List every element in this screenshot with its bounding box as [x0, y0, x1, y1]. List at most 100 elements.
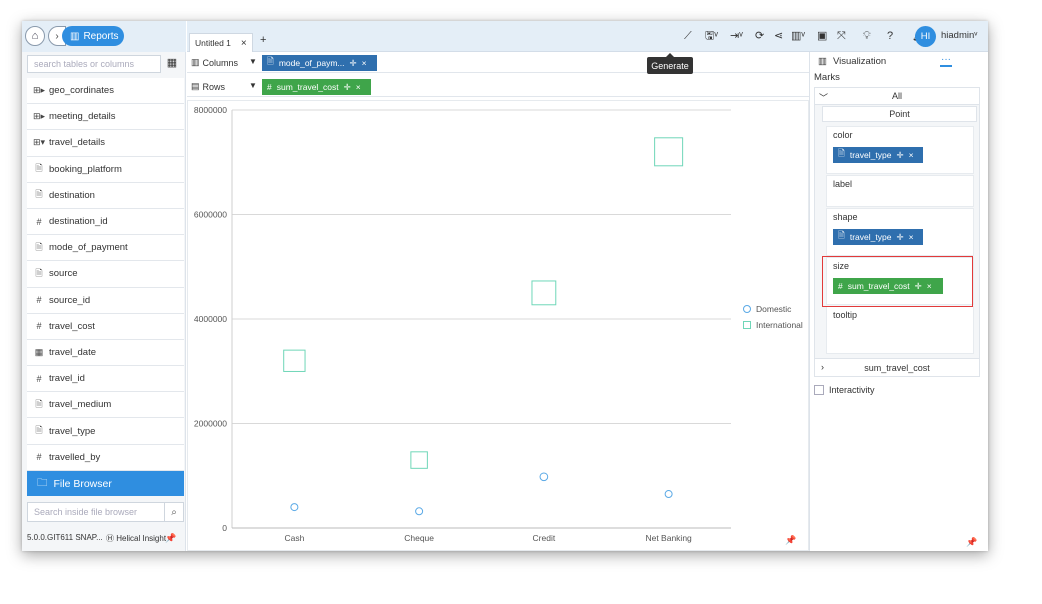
move-icon: ✛: [343, 81, 351, 92]
field-item[interactable]: # destination_id: [27, 208, 184, 236]
field-item[interactable]: 🗎 travel_type: [27, 418, 184, 445]
color-card: color 🗎 travel_type ✛ ×: [826, 126, 974, 174]
x-tick-label: Cash: [284, 533, 304, 543]
columns-shelf: ▥ Columns ▼ 🗎 mode_of_paym... ✛ ×: [187, 53, 809, 73]
grid-view-icon[interactable]: ▦: [164, 56, 180, 72]
username-dropdown[interactable]: hiadminᵛ: [941, 30, 977, 41]
data-point-international: [410, 451, 428, 469]
columns-dropdown-icon[interactable]: ▼: [249, 57, 257, 66]
save-icon[interactable]: 🖫ᵛ: [705, 28, 718, 44]
tab-more[interactable]: ···: [940, 54, 952, 67]
field-item[interactable]: ⊞▸ geo_cordinates: [27, 78, 184, 105]
field-label: meeting_details: [49, 111, 116, 123]
fullscreen-icon[interactable]: ⤧: [837, 28, 846, 44]
y-tick-label: 2000000: [194, 419, 227, 429]
shape-card: shape 🗎 travel_type ✛ ×: [826, 208, 974, 256]
table-icon: ⊞▸: [33, 111, 46, 122]
number-field-icon: #: [36, 373, 42, 384]
marks-all-row[interactable]: ﹀ All: [815, 88, 979, 105]
field-item[interactable]: 🗎 travel_medium: [27, 392, 184, 419]
field-item[interactable]: 🗎 source: [27, 261, 184, 288]
field-label: travel_date: [49, 346, 97, 358]
field-item[interactable]: ⊞▾ travel_details: [27, 130, 184, 157]
scatter-chart: 0 2000000 4000000 6000000 8000000 Cash Cheque C…: [194, 105, 803, 543]
remove-icon: ×: [355, 82, 361, 92]
app-window: ⌂ › ▥ Reports search tables or columns ▦…: [22, 21, 988, 551]
search-icon[interactable]: ⌕: [164, 502, 184, 522]
sum-travel-cost-row[interactable]: › sum_travel_cost: [815, 358, 979, 376]
help-icon[interactable]: ?: [887, 28, 893, 44]
chevron-down-icon: ﹀: [819, 93, 829, 103]
date-field-icon: ▦: [34, 346, 44, 357]
field-item[interactable]: # source_id: [27, 287, 184, 314]
y-tick-label: 8000000: [194, 105, 227, 115]
reports-button[interactable]: ▥ Reports: [62, 26, 124, 46]
lightbulb-icon[interactable]: 💡︎: [863, 28, 871, 44]
search-tables-input[interactable]: search tables or columns: [27, 55, 161, 73]
field-item[interactable]: 🗎 mode_of_payment: [27, 235, 184, 262]
field-label: geo_cordinates: [49, 85, 114, 97]
rows-label: ▤ Rows: [191, 81, 226, 92]
pin-icon[interactable]: 📌: [785, 535, 796, 546]
number-field-icon: #: [36, 216, 42, 227]
interactivity-checkbox[interactable]: [814, 385, 824, 395]
x-tick-label: Credit: [533, 533, 556, 543]
field-item[interactable]: # travelled_by: [27, 444, 184, 471]
rows-dropdown-icon[interactable]: ▼: [249, 81, 257, 90]
home-icon[interactable]: ⌂: [25, 26, 45, 46]
close-icon[interactable]: ×: [241, 38, 247, 49]
rows-icon: ▤: [191, 81, 200, 91]
field-label: travel_details: [49, 137, 105, 149]
pin-icon[interactable]: 📌: [966, 537, 977, 548]
file-browser-button[interactable]: 🗀 File Browser: [27, 471, 184, 496]
field-label: source_id: [49, 294, 91, 306]
shape-pill[interactable]: 🗎 travel_type ✛ ×: [833, 229, 923, 245]
columns-pill[interactable]: 🗎 mode_of_paym... ✛ ×: [262, 55, 377, 71]
text-field-icon: 🗎: [267, 56, 274, 66]
tab-visualization[interactable]: ▥ Visualization: [818, 56, 886, 67]
field-item[interactable]: 🗎 destination: [27, 182, 184, 209]
share-icon[interactable]: ⋖: [774, 28, 783, 44]
size-highlight-box: [822, 256, 973, 307]
right-panel: ▥ Visualization ··· Marks ﹀ All Point co…: [809, 52, 988, 551]
field-list: ⊞▸ geo_cordinates ⊞▸ meeting_details ⊞▾ trave…: [27, 78, 184, 471]
field-item[interactable]: # travel_id: [27, 366, 184, 393]
label-card[interactable]: label: [826, 175, 974, 207]
field-item[interactable]: 🗎 booking_platform: [27, 156, 184, 183]
tab-untitled-1[interactable]: Untitled 1 ×: [189, 33, 253, 52]
move-icon: ✛: [349, 57, 357, 68]
tooltip-card[interactable]: tooltip: [826, 306, 974, 354]
file-search-input[interactable]: Search inside file browser: [27, 502, 165, 522]
text-field-icon: 🗎: [35, 163, 43, 174]
field-item[interactable]: ⊞▸ meeting_details: [27, 104, 184, 131]
color-pill[interactable]: 🗎 travel_type ✛ ×: [833, 147, 923, 163]
generate-chart-icon[interactable]: ⟋: [684, 28, 692, 44]
text-field-icon: 🗎: [838, 148, 845, 158]
rows-pill[interactable]: # sum_travel_cost ✛ ×: [262, 79, 371, 95]
version-text: 5.0.0.GIT611 SNAP...: [27, 533, 103, 542]
reports-label: Reports: [83, 30, 119, 42]
add-tab-icon[interactable]: +: [260, 34, 266, 46]
interactivity-toggle[interactable]: Interactivity: [814, 385, 875, 395]
export-icon[interactable]: ⇥ᵛ: [730, 28, 743, 44]
pin-icon[interactable]: 📌: [165, 533, 176, 544]
rows-shelf: ▤ Rows ▼ # sum_travel_cost ✛ ×: [187, 77, 809, 97]
field-item[interactable]: # travel_cost: [27, 313, 184, 340]
x-tick-label: Cheque: [404, 533, 434, 543]
marks-title: Marks: [814, 72, 840, 83]
layout-icon[interactable]: ▥ᵛ: [791, 28, 805, 44]
data-point-international: [531, 280, 557, 306]
remove-icon: ×: [908, 150, 914, 160]
chart-icon: ▥: [70, 30, 80, 42]
field-label: destination_id: [49, 216, 108, 228]
chart-icon: ▥: [818, 56, 827, 67]
refresh-icon[interactable]: ⟳: [755, 28, 764, 44]
mark-type-select[interactable]: Point: [822, 106, 977, 122]
left-panel: ⌂ › ▥ Reports search tables or columns ▦…: [22, 21, 186, 551]
data-point-international: [283, 349, 306, 372]
field-item[interactable]: ▦ travel_date: [27, 339, 184, 367]
top-bar: Untitled 1 × + ⟋ 🖫ᵛ ⇥ᵛ ⟳ ⋖ ▥ᵛ ▣ ⤧ 💡︎ ? 🔔…: [187, 21, 988, 52]
avatar[interactable]: HI: [915, 26, 936, 47]
columns-icon: ▥: [191, 57, 200, 67]
cache-icon[interactable]: ▣: [817, 28, 827, 44]
